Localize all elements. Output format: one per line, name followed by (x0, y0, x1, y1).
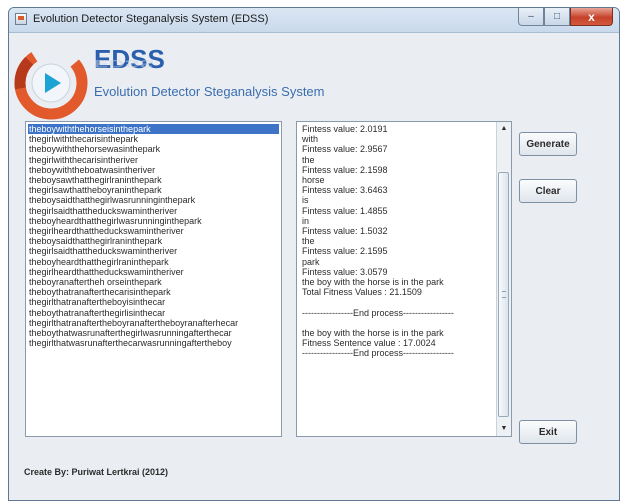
log-line: Fintess value: 2.0191 (302, 124, 388, 134)
log-line: the (302, 154, 315, 165)
list-item[interactable]: theboywiththehorsewasinthepark (28, 144, 279, 154)
edss-logo-icon (14, 46, 88, 120)
scroll-up-arrow-icon[interactable]: ▲ (497, 122, 511, 136)
log-scrollbar[interactable]: ▲ ▼ (496, 122, 511, 436)
sentence-list[interactable]: theboywiththehorseisinthepark thegirlwith… (25, 121, 282, 437)
log-line: the (302, 236, 315, 247)
close-icon: x (588, 9, 595, 24)
log-line: Fintess value: 1.5032 (302, 226, 388, 237)
title-bar[interactable]: Evolution Detector Steganalysis System (… (9, 8, 619, 33)
log-line: with (302, 134, 319, 145)
scroll-thumb[interactable] (498, 172, 509, 417)
list-item[interactable]: theboywiththehorseisinthepark (28, 124, 279, 135)
log-line: Fitness Sentence value : 17.0024 (302, 338, 436, 349)
output-log-lines: Fintess value: 2.0191 with Fintess value: … (302, 124, 495, 436)
log-line: is (302, 195, 309, 206)
list-item[interactable]: theboyranaftertheh orseinthepark (28, 277, 279, 287)
log-line: -----------------End process------------… (302, 307, 454, 318)
close-button[interactable]: x (570, 8, 613, 26)
list-item[interactable]: thegirlsawthattheboyraninthepark (28, 185, 279, 195)
clear-button[interactable]: Clear (519, 179, 577, 203)
list-item[interactable]: thegirlsaidthattheduckswamintheriver (28, 206, 279, 216)
app-icon[interactable] (15, 13, 27, 25)
list-item[interactable]: thegirlheardthattheduckswamintheriver (28, 226, 279, 236)
logo-title-reflection: EDSS (94, 57, 154, 71)
scroll-grip-icon (502, 291, 506, 298)
log-line: Fintess value: 2.1598 (302, 164, 388, 175)
sentence-list-items: theboywiththehorseisinthepark thegirlwith… (28, 124, 279, 348)
list-item[interactable]: thegirlthatranaftertheboyisinthecar (28, 297, 279, 307)
log-line: Total Fitness Values : 21.1509 (302, 287, 422, 298)
minimize-button[interactable]: – (518, 8, 544, 26)
list-item[interactable]: theboythatranafterthegirlisinthecar (28, 308, 279, 318)
list-item[interactable]: thegirlthatranaftertheboyranaftertheboyr… (28, 318, 279, 328)
minimize-icon: – (528, 11, 534, 22)
exit-button[interactable]: Exit (519, 420, 577, 444)
log-line: Fintess value: 1.4855 (302, 205, 388, 216)
list-item[interactable]: theboysaidthatthegirlwasrunninginthepark (28, 195, 279, 205)
log-line: the boy with the horse is in the park (302, 277, 444, 288)
list-item[interactable]: theboysaidthatthegirlraninthepark (28, 236, 279, 246)
maximize-icon: □ (553, 11, 561, 22)
list-item[interactable]: theboyheardthatthegirlwasrunninginthepar… (28, 216, 279, 226)
list-item[interactable]: thegirlwiththecarisintheriver (28, 155, 279, 165)
maximize-button[interactable]: □ (544, 8, 570, 26)
log-line: horse (302, 175, 325, 186)
log-line: -----------------End process------------… (302, 348, 454, 359)
list-item[interactable]: thegirlsaidthattheduckswamintheriver (28, 246, 279, 256)
window-title: Evolution Detector Steganalysis System (… (33, 13, 269, 25)
scroll-down-arrow-icon[interactable]: ▼ (497, 422, 511, 436)
app-logo: EDSS EDSS Evolution Detector Steganalysi… (14, 42, 325, 122)
list-item[interactable]: theboythatranafterthecarisinthepark (28, 287, 279, 297)
list-item[interactable]: thegirlwiththecarisinthepark (28, 134, 279, 144)
list-item[interactable]: theboysawthatthegirlraninthepark (28, 175, 279, 185)
output-log-area[interactable]: Fintess value: 2.0191 with Fintess value: … (296, 121, 512, 437)
list-item[interactable]: theboyheardthatthegirlraninthepark (28, 257, 279, 267)
generate-button[interactable]: Generate (519, 132, 577, 156)
log-line: Fintess value: 2.9567 (302, 144, 388, 155)
log-line: Fintess value: 2.1595 (302, 246, 388, 257)
list-item[interactable]: theboythatwasrunafterthegirlwasrunningaf… (28, 328, 279, 338)
window-controls: – □ x (518, 8, 613, 27)
log-line: Fintess value: 3.0579 (302, 266, 388, 277)
log-line: Fintess value: 3.6463 (302, 185, 388, 196)
log-line: park (302, 256, 320, 267)
list-item[interactable]: thegirlthatwasrunafterthecarwasrunningaf… (28, 338, 279, 348)
list-item[interactable]: thegirlheardthattheduckswamintheriver (28, 267, 279, 277)
logo-subtitle: Evolution Detector Steganalysis System (94, 84, 325, 99)
author-credit: Create By: Puriwat Lertkrai (2012) (24, 467, 169, 477)
log-line: in (302, 215, 310, 226)
log-line: the boy with the horse is in the park (302, 328, 444, 339)
list-item[interactable]: theboywiththeboatwasintheriver (28, 165, 279, 175)
